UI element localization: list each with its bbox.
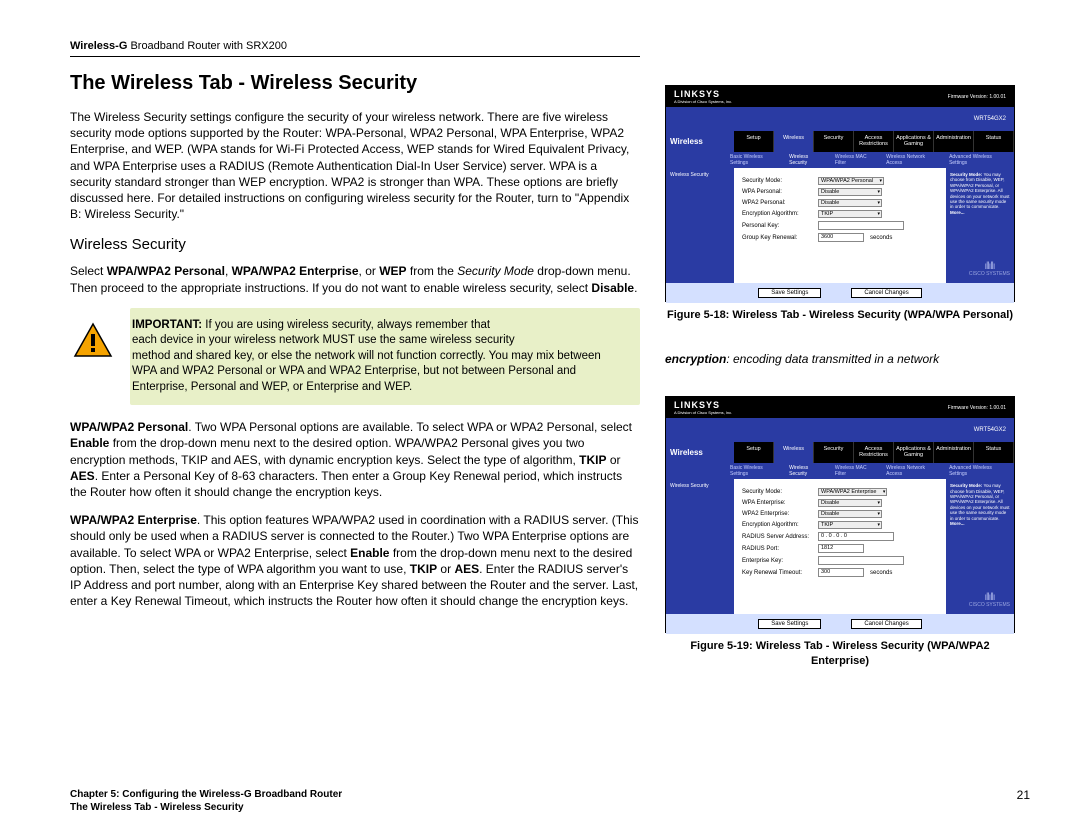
figure-2-caption: Figure 5-19: Wireless Tab - Wireless Sec… bbox=[665, 639, 1015, 668]
enterprise-key-input[interactable] bbox=[818, 556, 904, 565]
tab-access[interactable]: Access Restrictions bbox=[854, 131, 894, 152]
save-settings-button[interactable]: Save Settings bbox=[758, 288, 821, 298]
personal-paragraph: WPA/WPA2 Personal. Two WPA Personal opti… bbox=[70, 419, 640, 500]
encryption-select[interactable]: TKIP bbox=[818, 521, 882, 529]
tab-wireless[interactable]: Wireless bbox=[774, 131, 814, 152]
wpa-personal-select[interactable]: Disable bbox=[818, 188, 882, 196]
wpa2-personal-select[interactable]: Disable bbox=[818, 199, 882, 207]
radius-address-input[interactable]: 0 . 0 . 0 . 0 bbox=[818, 532, 894, 541]
cancel-changes-button[interactable]: Cancel Changes bbox=[851, 619, 921, 629]
radius-port-input[interactable]: 1812 bbox=[818, 544, 864, 553]
tab-status[interactable]: Status bbox=[974, 131, 1014, 152]
group-key-renewal-input[interactable]: 3600 bbox=[818, 233, 864, 242]
product-header: Wireless-G Broadband Router with SRX200 bbox=[70, 40, 640, 52]
select-paragraph: Select WPA/WPA2 Personal, WPA/WPA2 Enter… bbox=[70, 263, 640, 295]
tab-admin[interactable]: Administration bbox=[934, 131, 974, 152]
page-number: 21 bbox=[1017, 788, 1030, 814]
security-mode-select[interactable]: WPA/WPA2 Enterprise bbox=[818, 488, 887, 496]
section-heading: Wireless Security bbox=[70, 236, 640, 253]
cancel-changes-button[interactable]: Cancel Changes bbox=[851, 288, 921, 298]
tab-setup[interactable]: Setup bbox=[734, 131, 774, 152]
wpa-enterprise-select[interactable]: Disable bbox=[818, 499, 882, 507]
linksys-logo: LINKSYS bbox=[674, 89, 732, 99]
cisco-logo: CISCO SYSTEMS bbox=[969, 262, 1010, 277]
header-rule bbox=[70, 56, 640, 57]
figure-1-caption: Figure 5-18: Wireless Tab - Wireless Sec… bbox=[665, 308, 1015, 322]
page-title: The Wireless Tab - Wireless Security bbox=[70, 72, 640, 95]
nav-section-label: Wireless bbox=[666, 131, 734, 152]
enterprise-paragraph: WPA/WPA2 Enterprise. This option feature… bbox=[70, 512, 640, 609]
personal-key-input[interactable] bbox=[818, 221, 904, 230]
save-settings-button[interactable]: Save Settings bbox=[758, 619, 821, 629]
glossary-encryption: encryption: encoding data transmitted in… bbox=[665, 352, 1015, 366]
page-footer: Chapter 5: Configuring the Wireless-G Br… bbox=[70, 788, 1030, 814]
security-mode-select[interactable]: WPA/WPA2 Personal bbox=[818, 177, 884, 185]
encryption-select[interactable]: TKIP bbox=[818, 210, 882, 218]
tab-security[interactable]: Security bbox=[814, 131, 854, 152]
important-callout: IMPORTANT: If you are using wireless sec… bbox=[130, 308, 640, 406]
figure-2-screenshot: LINKSYSA Division of Cisco Systems, Inc.… bbox=[665, 396, 1015, 633]
warning-icon bbox=[73, 322, 113, 358]
intro-paragraph: The Wireless Security settings configure… bbox=[70, 109, 640, 222]
tab-apps[interactable]: Applications & Gaming bbox=[894, 131, 934, 152]
figure-1-screenshot: LINKSYSA Division of Cisco Systems, Inc.… bbox=[665, 85, 1015, 302]
wpa2-enterprise-select[interactable]: Disable bbox=[818, 510, 882, 518]
key-renewal-timeout-input[interactable]: 300 bbox=[818, 568, 864, 577]
